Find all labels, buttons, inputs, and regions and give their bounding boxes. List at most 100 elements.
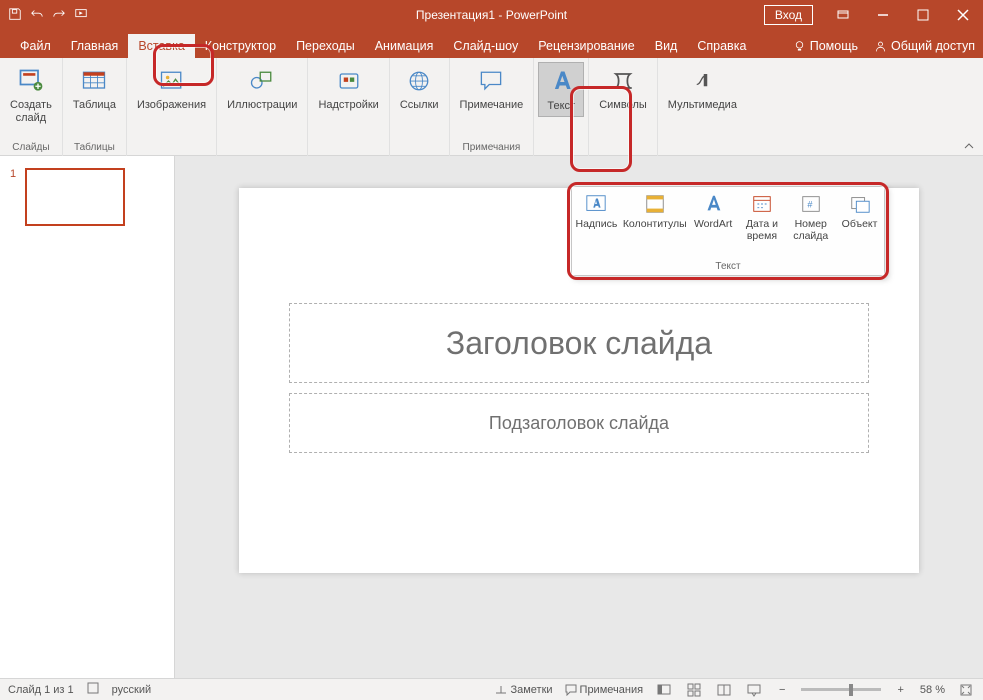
object-label: Объект bbox=[842, 218, 878, 230]
tab-review[interactable]: Рецензирование bbox=[528, 34, 645, 58]
tab-insert[interactable]: Вставка bbox=[128, 34, 194, 58]
ribbon-display-options-icon[interactable] bbox=[823, 0, 863, 30]
zoom-in-button[interactable]: + bbox=[893, 684, 907, 696]
wordart-button[interactable]: WordArt bbox=[689, 190, 738, 261]
media-label: Мультимедиа bbox=[668, 99, 737, 112]
minimize-button[interactable] bbox=[863, 0, 903, 30]
thumbnail-slide-1[interactable] bbox=[25, 168, 125, 226]
group-comments: Примечание Примечания bbox=[450, 58, 535, 156]
datetime-icon bbox=[748, 192, 776, 216]
new-slide-label: Создать слайд bbox=[10, 99, 52, 125]
datetime-label: Дата и время bbox=[746, 218, 778, 242]
group-images: Изображения bbox=[127, 58, 217, 156]
signin-button[interactable]: Вход bbox=[764, 5, 813, 25]
share-button[interactable]: Общий доступ bbox=[866, 34, 983, 58]
addins-button[interactable]: Надстройки bbox=[312, 62, 384, 115]
symbols-button[interactable]: Символы bbox=[593, 62, 653, 115]
images-label: Изображения bbox=[137, 99, 206, 112]
textbox-icon bbox=[582, 192, 610, 216]
redo-icon[interactable] bbox=[52, 7, 66, 24]
table-label: Таблица bbox=[73, 99, 116, 112]
group-symbols: Символы bbox=[589, 58, 658, 156]
textbox-button[interactable]: Надпись bbox=[572, 190, 621, 261]
title-placeholder-text: Заголовок слайда bbox=[446, 325, 712, 362]
symbols-label: Символы bbox=[599, 99, 647, 112]
new-slide-button[interactable]: Создать слайд bbox=[4, 62, 58, 128]
maximize-button[interactable] bbox=[903, 0, 943, 30]
addins-label: Надстройки bbox=[318, 99, 378, 112]
status-bar: Слайд 1 из 1 русский Заметки Примечания … bbox=[0, 678, 983, 700]
table-button[interactable]: Таблица bbox=[67, 62, 122, 115]
tab-transitions[interactable]: Переходы bbox=[286, 34, 365, 58]
group-slides-label: Слайды bbox=[12, 140, 49, 156]
ribbon-tabs: Файл Главная Вставка Конструктор Переход… bbox=[0, 30, 983, 58]
ribbon-insert: Создать слайд Слайды Таблица Таблицы Изо… bbox=[0, 58, 983, 156]
comment-label: Примечание bbox=[460, 99, 524, 112]
notes-button[interactable]: Заметки bbox=[495, 684, 552, 696]
status-language[interactable]: русский bbox=[112, 684, 151, 696]
symbols-icon bbox=[607, 65, 639, 97]
undo-icon[interactable] bbox=[30, 7, 44, 24]
view-reading-button[interactable] bbox=[715, 682, 733, 698]
spellcheck-icon[interactable] bbox=[86, 681, 100, 698]
start-from-beginning-icon[interactable] bbox=[74, 7, 88, 24]
comment-icon bbox=[475, 65, 507, 97]
object-button[interactable]: Объект bbox=[835, 190, 884, 261]
wordart-label: WordArt bbox=[694, 218, 732, 230]
images-icon bbox=[156, 65, 188, 97]
textbox-label: Надпись bbox=[575, 218, 617, 230]
zoom-percent[interactable]: 58 % bbox=[920, 684, 945, 696]
zoom-out-button[interactable]: − bbox=[775, 684, 789, 696]
tab-design[interactable]: Конструктор bbox=[195, 34, 286, 58]
tab-animations[interactable]: Анимация bbox=[365, 34, 444, 58]
view-sorter-button[interactable] bbox=[685, 682, 703, 698]
links-icon bbox=[403, 65, 435, 97]
collapse-ribbon-button[interactable] bbox=[963, 139, 977, 153]
thumb-number: 1 bbox=[10, 168, 16, 180]
status-slide-count: Слайд 1 из 1 bbox=[8, 684, 74, 696]
slidenum-button[interactable]: # Номер слайда bbox=[786, 190, 835, 261]
title-bar: Презентация1 - PowerPoint Вход bbox=[0, 0, 983, 30]
text-label: Текст bbox=[547, 100, 575, 113]
zoom-slider[interactable] bbox=[801, 688, 881, 691]
slide-thumbnails: 1 bbox=[0, 156, 175, 678]
tell-me-button[interactable]: Помощь bbox=[785, 34, 866, 58]
tab-view[interactable]: Вид bbox=[645, 34, 688, 58]
share-label: Общий доступ bbox=[891, 39, 975, 53]
headerfooter-button[interactable]: Колонтитулы bbox=[621, 190, 689, 261]
media-button[interactable]: Мультимедиа bbox=[662, 62, 743, 115]
tab-file[interactable]: Файл bbox=[10, 34, 61, 58]
view-slideshow-button[interactable] bbox=[745, 682, 763, 698]
illustrations-icon bbox=[246, 65, 278, 97]
text-button[interactable]: Текст bbox=[538, 62, 584, 117]
tab-slideshow[interactable]: Слайд-шоу bbox=[443, 34, 528, 58]
save-icon[interactable] bbox=[8, 7, 22, 24]
title-placeholder[interactable]: Заголовок слайда bbox=[289, 303, 869, 383]
group-tables-label: Таблицы bbox=[74, 140, 115, 156]
group-tables: Таблица Таблицы bbox=[63, 58, 127, 156]
tab-home[interactable]: Главная bbox=[61, 34, 129, 58]
lightbulb-icon bbox=[793, 40, 806, 53]
group-media: Мультимедиа bbox=[658, 58, 747, 156]
subtitle-placeholder[interactable]: Подзаголовок слайда bbox=[289, 393, 869, 453]
comments-icon bbox=[565, 684, 577, 696]
text-flyout-panel: Надпись Колонтитулы WordArt Дата и время… bbox=[571, 186, 885, 276]
close-button[interactable] bbox=[943, 0, 983, 30]
links-button[interactable]: Ссылки bbox=[394, 62, 445, 115]
tab-help[interactable]: Справка bbox=[687, 34, 756, 58]
group-links: Ссылки bbox=[390, 58, 450, 156]
group-slides: Создать слайд Слайды bbox=[0, 58, 63, 156]
illustrations-label: Иллюстрации bbox=[227, 99, 297, 112]
group-comments-label: Примечания bbox=[463, 140, 521, 156]
table-icon bbox=[78, 65, 110, 97]
view-normal-button[interactable] bbox=[655, 682, 673, 698]
datetime-button[interactable]: Дата и время bbox=[738, 190, 787, 261]
new-slide-icon bbox=[15, 65, 47, 97]
fit-to-window-button[interactable] bbox=[957, 682, 975, 698]
comment-button[interactable]: Примечание bbox=[454, 62, 530, 115]
comments-pane-button[interactable]: Примечания bbox=[565, 684, 644, 696]
group-illustrations: Иллюстрации bbox=[217, 58, 308, 156]
illustrations-button[interactable]: Иллюстрации bbox=[221, 62, 303, 115]
images-button[interactable]: Изображения bbox=[131, 62, 212, 115]
group-text: Текст bbox=[534, 58, 589, 156]
